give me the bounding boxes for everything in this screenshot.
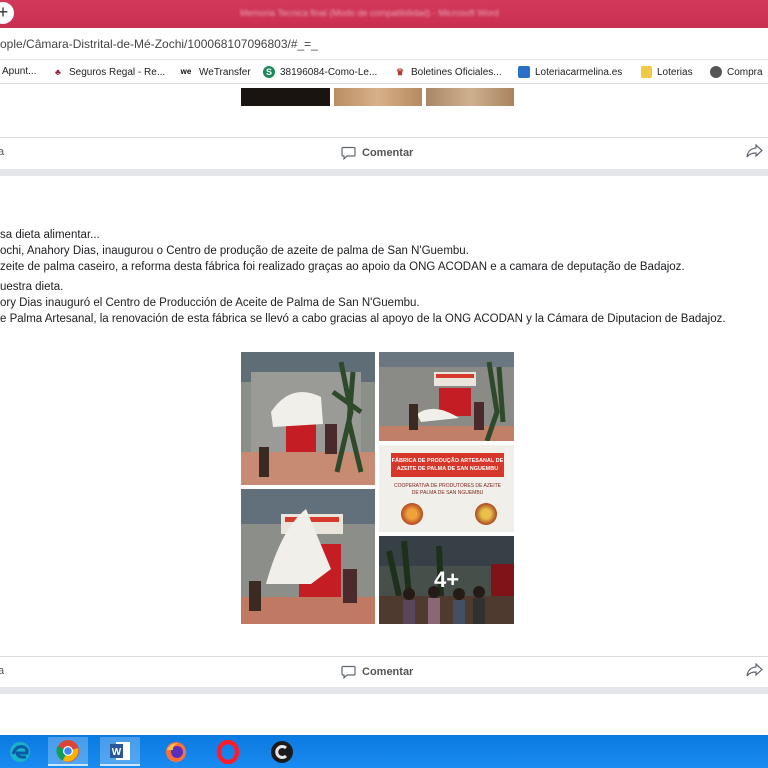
comment-icon	[341, 665, 356, 679]
globe-icon: S	[263, 66, 275, 78]
post1-photo[interactable]	[426, 88, 514, 106]
ccleaner-icon	[271, 740, 293, 763]
post1-photo[interactable]	[241, 88, 330, 106]
window-title: Memoria Tecnica final (Modo de compatibi…	[240, 8, 499, 18]
sign-subtitle: COOPERATIVA DE PRODUTORES DE AZEITE DE P…	[394, 483, 501, 496]
comment-icon	[341, 146, 356, 160]
photo-inauguration-2	[379, 352, 514, 441]
post2-photo[interactable]	[379, 352, 514, 441]
new-tab-button[interactable]: +	[0, 2, 14, 24]
bookmark-label: 38196084-Como-Le...	[280, 66, 378, 78]
edge-icon	[10, 741, 30, 762]
post2-text-line: e Palma Artesanal, la renovación de esta…	[0, 313, 726, 325]
post-separator	[0, 687, 768, 694]
bookmark-item[interactable]: Compra	[710, 66, 763, 78]
url-text[interactable]: ople/Câmara-Distrital-de-Mé-Zochi/100068…	[0, 37, 318, 51]
photo-inauguration-1	[241, 352, 375, 485]
bookmark-label: Loterias	[657, 66, 693, 78]
bookmark-label: WeTransfer	[199, 66, 251, 78]
post2-action-bar: a Comentar	[0, 656, 768, 686]
chrome-icon	[56, 739, 79, 762]
like-button[interactable]: a	[0, 146, 4, 158]
comment-label: Comentar	[362, 147, 414, 159]
ccleaner-taskbar-button[interactable]	[262, 737, 302, 766]
post1-action-bar: a Comentar	[0, 137, 768, 167]
comment-button[interactable]: Comentar	[341, 665, 413, 679]
edge-taskbar-button[interactable]	[0, 737, 40, 766]
address-bar[interactable]: ople/Câmara-Distrital-de-Mé-Zochi/100068…	[0, 28, 768, 60]
post2-text-line: uestra dieta.	[0, 281, 64, 293]
logo-icon	[475, 503, 497, 525]
post2-photo[interactable]: FÁBRICA DE PRODUÇÃO ARTESANAL DE AZEITE …	[379, 445, 514, 532]
chrome-taskbar-button[interactable]	[48, 737, 88, 766]
opera-taskbar-button[interactable]	[208, 737, 248, 766]
taskbar: W	[0, 735, 768, 768]
bookmark-item[interactable]: Loterias	[641, 66, 693, 78]
share-icon[interactable]	[746, 663, 763, 677]
regal-icon: ♣	[55, 67, 61, 77]
bookmark-item[interactable]: we WeTransfer	[178, 66, 251, 78]
post2-photo[interactable]	[241, 489, 375, 624]
comment-label: Comentar	[362, 666, 414, 678]
post2-text-line: ory Dias inauguró el Centro de Producció…	[0, 297, 420, 309]
bookmark-label: Seguros Regal - Re...	[69, 66, 166, 78]
firefox-icon	[166, 741, 186, 762]
post2-photo[interactable]: 4+	[379, 536, 514, 624]
word-icon: W	[110, 741, 130, 760]
post-separator	[0, 169, 768, 176]
folder-icon	[641, 66, 652, 78]
more-photos-overlay[interactable]: 4+	[379, 536, 514, 624]
bookmark-item[interactable]: S 38196084-Como-Le...	[263, 66, 377, 78]
comment-button[interactable]: Comentar	[341, 146, 413, 160]
bookmark-label: Apunt...	[2, 66, 37, 77]
logo-icon	[401, 503, 423, 525]
sign-title: FÁBRICA DE PRODUÇÃO ARTESANAL DE AZEITE …	[391, 453, 504, 477]
post2-text-line: sa dieta alimentar...	[0, 229, 100, 241]
post2-text-line: ochi, Anahory Dias, inaugurou o Centro d…	[0, 245, 469, 257]
bookmark-label: Compra	[727, 66, 763, 78]
post2-photo[interactable]	[241, 352, 375, 485]
firefox-taskbar-button[interactable]	[156, 737, 196, 766]
browser-title-bar: + Memoria Tecnica final (Modo de compati…	[0, 0, 768, 28]
bookmark-item[interactable]: ♛ Boletines Oficiales...	[394, 66, 502, 78]
boletines-icon: ♛	[395, 67, 405, 77]
photo-inauguration-3	[241, 489, 375, 624]
bookmark-label: Loteriacarmelina.es	[535, 66, 623, 78]
wetransfer-icon: we	[180, 67, 192, 76]
globe-icon	[710, 66, 722, 78]
bookmark-item[interactable]: Loteriacarmelina.es	[518, 66, 622, 78]
bookmark-label: Boletines Oficiales...	[411, 66, 502, 78]
share-icon[interactable]	[746, 144, 763, 158]
opera-icon	[216, 739, 240, 764]
bookmark-item[interactable]: ♣ Seguros Regal - Re...	[52, 66, 165, 78]
post1-photo[interactable]	[334, 88, 422, 106]
bookmarks-bar: Apunt... ♣ Seguros Regal - Re... we WeTr…	[0, 60, 768, 84]
facebook-feed: a Comentar sa dieta alimentar... ochi, A…	[0, 85, 768, 735]
bookmark-item[interactable]: Apunt...	[2, 66, 36, 77]
word-taskbar-button[interactable]: W	[100, 737, 140, 766]
word-letter: W	[112, 747, 122, 758]
like-button[interactable]: a	[0, 665, 4, 677]
loteria-icon	[518, 66, 530, 78]
post2-text-line: zeite de palma caseiro, a reforma desta …	[0, 261, 685, 273]
